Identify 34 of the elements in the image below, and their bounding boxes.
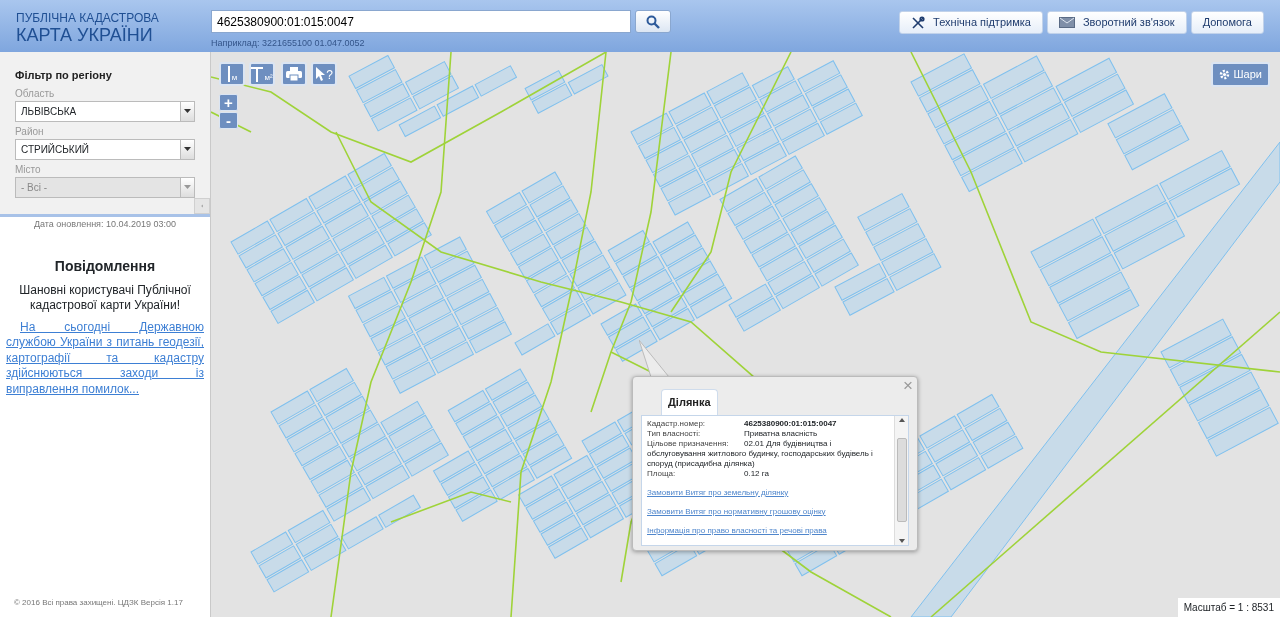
info-row-text: Цільове призначення: 02.01 Для будівництва і обслуговування житлового будинку, господарських будівель і споруд (присадибна ділянка) — [647, 438, 874, 469]
order-link[interactable]: Інформація про право власності та речові права — [647, 525, 889, 536]
popup-tab[interactable]: Ділянка — [661, 389, 718, 415]
map-scale: Масштаб = 1 : 8531 — [1177, 598, 1280, 617]
site-subtitle: ПУБЛІЧНА КАДАСТРОВА — [16, 12, 160, 24]
search-hint: Наприклад: 3221655100 01.047.0052 — [211, 37, 365, 50]
info-row-text: Тип власності: Приватна власність — [647, 428, 819, 439]
dropdown[interactable]: ЛЬВІВСЬКА — [15, 100, 195, 122]
notice-text: Шановні користувачі Публічної кадастрової карти України! — [18, 282, 192, 314]
map-tool-button[interactable]: ? — [311, 62, 337, 86]
field-label: Район — [15, 124, 45, 139]
map-tool-button[interactable]: м² — [249, 62, 275, 86]
zoom-button[interactable]: + — [219, 94, 238, 111]
info-row-text: Кадастр.номер: 4625380900:01:015:0047 — [647, 418, 838, 429]
filter-title: Фільтр по регіону — [15, 68, 113, 83]
notice-title: Повідомлення — [53, 256, 157, 276]
nav-button[interactable]: Зворотний зв'язок — [1046, 11, 1187, 34]
nav-button[interactable]: Технічна підтримка — [899, 11, 1043, 34]
search-field[interactable]: 4625380900:01:015:0047 — [211, 10, 632, 33]
copyright: © 2016 Всі права захищені. ЦДЗК Версія 1.17 — [13, 597, 184, 609]
order-link[interactable]: Замовити Витяг про нормативну грошову оцінку — [647, 506, 889, 517]
close-button[interactable]: × — [903, 377, 913, 394]
site-title: КАРТА УКРАЇНИ — [16, 26, 153, 44]
layers-button[interactable]: Шари — [1210, 62, 1270, 87]
info-row-text: Площа: 0.12 га — [647, 468, 770, 479]
notice-link[interactable]: На сьогодні Державною службою України з питань геодезії, картографії та кадастру здійснюються заходи із виправлення помилок... — [6, 319, 204, 398]
zoom-button[interactable]: - — [219, 112, 238, 129]
order-link[interactable]: Замовити Витяг про земельну ділянку — [647, 487, 889, 498]
map-tool-button[interactable]: м — [219, 62, 245, 86]
field-label: Місто — [15, 162, 42, 177]
dropdown[interactable]: СТРИЙСЬКИЙ — [15, 138, 195, 160]
nav-button[interactable]: Допомога — [1190, 11, 1264, 34]
update-date: Дата оновлення: 10.04.2019 03:00 — [32, 218, 178, 231]
field-label: Область — [15, 86, 56, 101]
